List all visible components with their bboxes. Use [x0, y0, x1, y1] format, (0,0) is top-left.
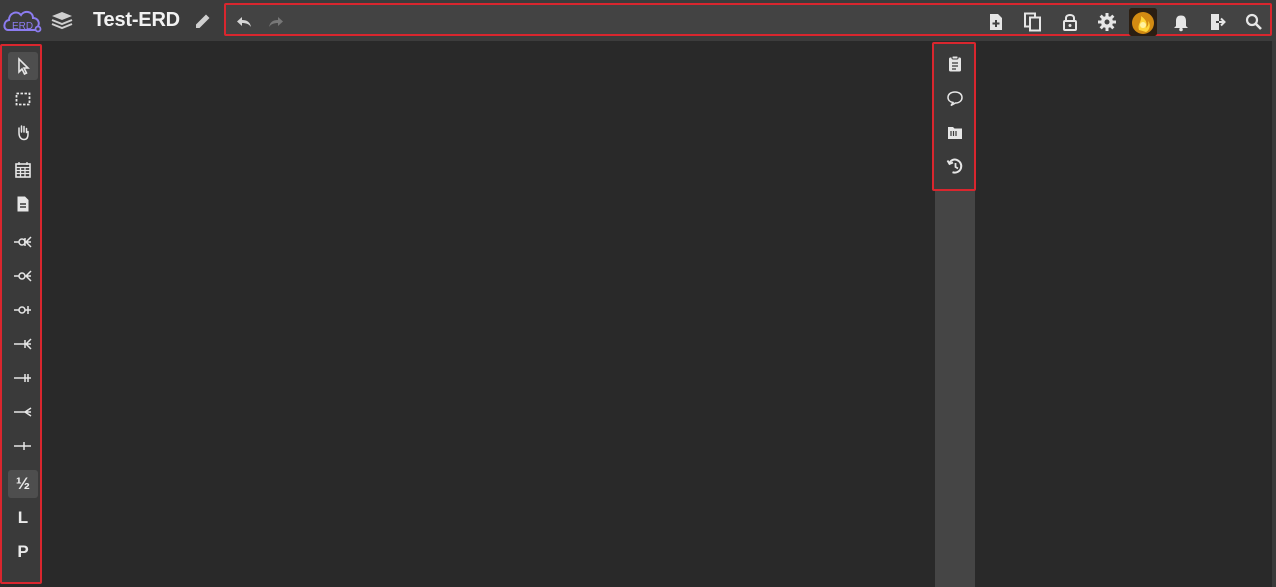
lock-icon[interactable]	[1058, 10, 1082, 34]
top-toolbar	[224, 3, 1272, 36]
physical-mode-tool[interactable]: P	[8, 538, 38, 566]
redo-icon[interactable]	[264, 10, 288, 34]
hand-icon	[18, 125, 29, 141]
new-file-icon[interactable]	[984, 10, 1008, 34]
table-icon	[15, 162, 31, 178]
logo-text: ERD	[12, 21, 33, 32]
select-pointer-tool[interactable]	[8, 52, 38, 80]
erd-canvas[interactable]	[44, 41, 935, 587]
right-edge-bar	[1272, 41, 1276, 587]
layers-icon[interactable]	[50, 11, 74, 33]
pencil-icon[interactable]	[193, 11, 213, 31]
top-bar: ERD Test-ERD	[0, 0, 1276, 41]
hand-pan-tool[interactable]	[8, 118, 38, 146]
rel-zero-many-icon	[14, 236, 32, 248]
document-icon	[17, 196, 29, 212]
rel-one-only-icon	[14, 374, 31, 382]
undo-icon[interactable]	[232, 10, 256, 34]
rel-zero-or-one-tool[interactable]	[8, 296, 38, 324]
bell-icon[interactable]	[1169, 10, 1193, 34]
avatar[interactable]	[1129, 8, 1157, 36]
rel-many-icon	[14, 407, 32, 417]
l-icon: L	[17, 508, 29, 527]
comment-icon[interactable]	[943, 86, 967, 110]
rel-zero-or-many-tool[interactable]	[8, 228, 38, 256]
pointer-icon	[18, 57, 30, 75]
rect-select-tool[interactable]	[8, 85, 38, 113]
history-icon[interactable]	[943, 154, 967, 178]
lp-icon: ½	[15, 474, 31, 493]
rel-one-tool[interactable]	[8, 432, 38, 460]
rel-zero-one-icon	[14, 306, 31, 314]
rel-zero-or-one-many-tool[interactable]	[8, 262, 38, 290]
left-tool-panel: ½ L P	[0, 44, 42, 584]
identifying-toggle-tool[interactable]: ½	[8, 470, 38, 498]
rel-zero-one-many-icon	[14, 270, 32, 282]
folder-icon[interactable]	[943, 120, 967, 144]
p-icon: P	[17, 542, 29, 561]
rel-one-only-tool[interactable]	[8, 364, 38, 392]
gear-icon[interactable]	[1095, 10, 1119, 34]
clipboard-icon[interactable]	[943, 52, 967, 76]
logical-mode-tool[interactable]: L	[8, 504, 38, 532]
memo-tool[interactable]	[8, 190, 38, 218]
right-tool-panel	[932, 42, 976, 191]
rel-one-icon	[14, 442, 31, 450]
rel-many-tool[interactable]	[8, 398, 38, 426]
search-icon[interactable]	[1242, 10, 1266, 34]
table-tool[interactable]	[8, 156, 38, 184]
erd-logo-icon[interactable]: ERD	[2, 6, 42, 36]
rel-one-many-icon	[14, 338, 32, 350]
marquee-icon	[15, 92, 31, 106]
diagram-title[interactable]: Test-ERD	[93, 9, 180, 32]
rel-one-or-many-tool[interactable]	[8, 330, 38, 358]
logout-icon[interactable]	[1206, 10, 1230, 34]
copy-icon[interactable]	[1021, 10, 1045, 34]
